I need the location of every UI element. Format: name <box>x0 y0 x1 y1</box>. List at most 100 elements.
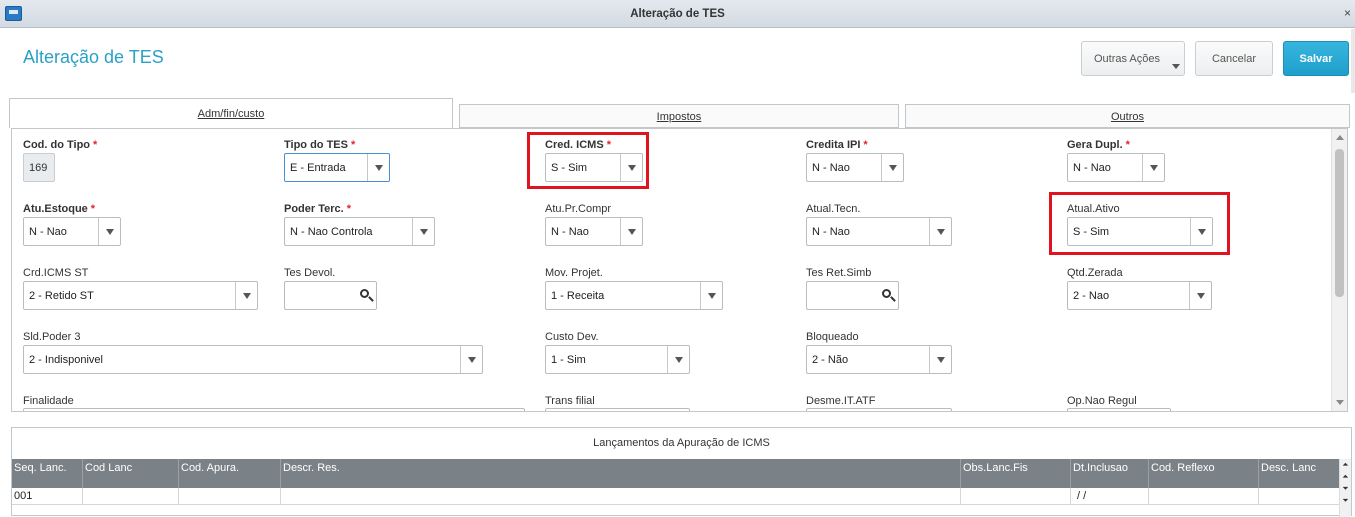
chevron-down-icon[interactable] <box>620 154 642 181</box>
mov-projet-select[interactable]: 1 - Receita <box>545 281 723 310</box>
tab-outros[interactable]: Outros <box>905 104 1350 128</box>
atu-estoque-label: Atu.Estoque * <box>23 203 96 215</box>
sld-poder-3-label: Sld.Poder 3 <box>23 331 81 343</box>
search-icon[interactable] <box>360 289 369 298</box>
custo-dev-label: Custo Dev. <box>545 331 599 343</box>
apuracao-grid-panel: Lançamentos da Apuração de ICMS Seq. Lan… <box>11 427 1352 517</box>
finalidade-select[interactable] <box>23 408 525 411</box>
column-header[interactable]: Seq. Lanc. <box>12 459 83 488</box>
chevron-down-icon[interactable] <box>929 346 951 373</box>
column-header[interactable]: Desc. Lanc <box>1259 459 1341 488</box>
custo-dev-select[interactable]: 1 - Sim <box>545 345 690 374</box>
scroll-top-icon[interactable]: ⏶ <box>1341 461 1350 470</box>
finalidade-label: Finalidade <box>23 395 74 407</box>
atual-ativo-select[interactable]: S - Sim <box>1067 217 1213 246</box>
tipo-tes-select[interactable]: E - Entrada <box>284 153 390 182</box>
cred-icms-value: S - Sim <box>551 162 588 174</box>
scroll-thumb[interactable] <box>1335 149 1344 297</box>
trans-filial-label: Trans filial <box>545 395 595 407</box>
table-cell[interactable]: 001 <box>12 488 83 505</box>
chevron-down-icon[interactable] <box>929 218 951 245</box>
chevron-down-icon[interactable] <box>1190 218 1212 245</box>
grid-title: Lançamentos da Apuração de ICMS <box>593 437 770 449</box>
tipo-tes-label: Tipo do TES * <box>284 139 356 151</box>
table-cell[interactable] <box>281 488 961 505</box>
table-cell[interactable] <box>179 488 281 505</box>
chevron-down-icon[interactable] <box>412 218 434 245</box>
credita-ipi-label: Credita IPI * <box>806 139 868 151</box>
cancel-button[interactable]: Cancelar <box>1195 41 1273 76</box>
credita-ipi-value: N - Nao <box>812 162 850 174</box>
mov-projet-value: 1 - Receita <box>551 290 605 302</box>
cred-icms-label: Cred. ICMS * <box>545 139 611 151</box>
table-row[interactable]: 001 / / <box>12 488 1341 505</box>
chevron-down-icon[interactable] <box>98 218 120 245</box>
scroll-down-icon[interactable] <box>1336 400 1344 405</box>
crd-icms-st-select[interactable]: 2 - Retido ST <box>23 281 258 310</box>
credita-ipi-select[interactable]: N - Nao <box>806 153 904 182</box>
chevron-down-icon[interactable] <box>700 282 722 309</box>
tab-impostos[interactable]: Impostos <box>459 104 899 128</box>
atu-pr-compr-value: N - Nao <box>551 226 589 238</box>
form-scrollbar[interactable] <box>1331 129 1347 411</box>
column-header[interactable]: Cod. Apura. <box>179 459 281 488</box>
column-header[interactable]: Dt.Inclusao <box>1071 459 1149 488</box>
tes-ret-simb-input[interactable] <box>806 281 899 310</box>
column-header[interactable]: Obs.Lanc.Fis <box>961 459 1071 488</box>
atual-tecn-label: Atual.Tecn. <box>806 203 861 215</box>
scroll-bottom-icon[interactable]: ⏷ <box>1341 497 1350 506</box>
desme-it-atf-label: Desme.IT.ATF <box>806 395 876 407</box>
poder-terc-value: N - Nao Controla <box>290 226 373 238</box>
tes-devol-input[interactable] <box>284 281 377 310</box>
chevron-down-icon[interactable] <box>460 346 482 373</box>
atual-tecn-select[interactable]: N - Nao <box>806 217 952 246</box>
tes-devol-label: Tes Devol. <box>284 267 336 279</box>
table-cell[interactable] <box>1259 488 1341 505</box>
column-header[interactable]: Cod Lanc <box>83 459 179 488</box>
tab-adm-fin-custo[interactable]: Adm/fin/custo <box>9 98 453 128</box>
mov-projet-label: Mov. Projet. <box>545 267 603 279</box>
sld-poder-3-select[interactable]: 2 - Indisponivel <box>23 345 483 374</box>
table-cell[interactable] <box>961 488 1071 505</box>
chevron-down-icon[interactable] <box>367 154 389 181</box>
table-cell[interactable] <box>1149 488 1259 505</box>
window-close-icon[interactable]: × <box>1344 6 1351 20</box>
scroll-up-icon[interactable]: ⏶ <box>1341 473 1350 482</box>
window-title: Alteração de TES <box>630 8 725 20</box>
grid-header: Seq. Lanc. Cod Lanc Cod. Apura. Descr. R… <box>12 459 1341 488</box>
bloqueado-value: 2 - Não <box>812 354 849 366</box>
scroll-down-icon[interactable]: ⏷ <box>1341 485 1350 494</box>
atu-estoque-select[interactable]: N - Nao <box>23 217 121 246</box>
gera-dupl-select[interactable]: N - Nao <box>1067 153 1165 182</box>
bloqueado-select[interactable]: 2 - Não <box>806 345 952 374</box>
table-cell[interactable]: / / <box>1071 488 1149 505</box>
page-title: Alteração de TES <box>23 47 164 67</box>
column-header[interactable]: Cod. Reflexo <box>1149 459 1259 488</box>
chevron-down-icon[interactable] <box>881 154 903 181</box>
save-button[interactable]: Salvar <box>1283 41 1349 76</box>
cred-icms-select[interactable]: S - Sim <box>545 153 643 182</box>
atu-pr-compr-select[interactable]: N - Nao <box>545 217 643 246</box>
op-nao-regul-select[interactable] <box>1067 408 1171 411</box>
table-cell[interactable] <box>83 488 179 505</box>
column-header[interactable]: Descr. Res. <box>281 459 961 488</box>
chevron-down-icon[interactable] <box>1189 282 1211 309</box>
grid-scrollbar[interactable]: ⏶ ⏶ ⏷ ⏷ <box>1339 459 1351 517</box>
chevron-down-icon[interactable] <box>1142 154 1164 181</box>
poder-terc-select[interactable]: N - Nao Controla <box>284 217 435 246</box>
scroll-up-icon[interactable] <box>1336 135 1344 140</box>
bloqueado-label: Bloqueado <box>806 331 859 343</box>
chevron-down-icon[interactable] <box>667 346 689 373</box>
page-header: Alteração de TES Outras Ações Cancelar S… <box>0 29 1355 93</box>
qtd-zerada-select[interactable]: 2 - Nao <box>1067 281 1212 310</box>
chevron-down-icon[interactable] <box>235 282 257 309</box>
op-nao-regul-label: Op.Nao Regul <box>1067 395 1137 407</box>
trans-filial-select[interactable] <box>545 408 690 411</box>
atual-tecn-value: N - Nao <box>812 226 850 238</box>
atual-ativo-value: S - Sim <box>1073 226 1110 238</box>
poder-terc-label: Poder Terc. * <box>284 203 351 215</box>
chevron-down-icon[interactable] <box>620 218 642 245</box>
outras-acoes-button[interactable]: Outras Ações <box>1081 41 1185 76</box>
search-icon[interactable] <box>882 289 891 298</box>
desme-it-atf-select[interactable] <box>806 408 952 411</box>
